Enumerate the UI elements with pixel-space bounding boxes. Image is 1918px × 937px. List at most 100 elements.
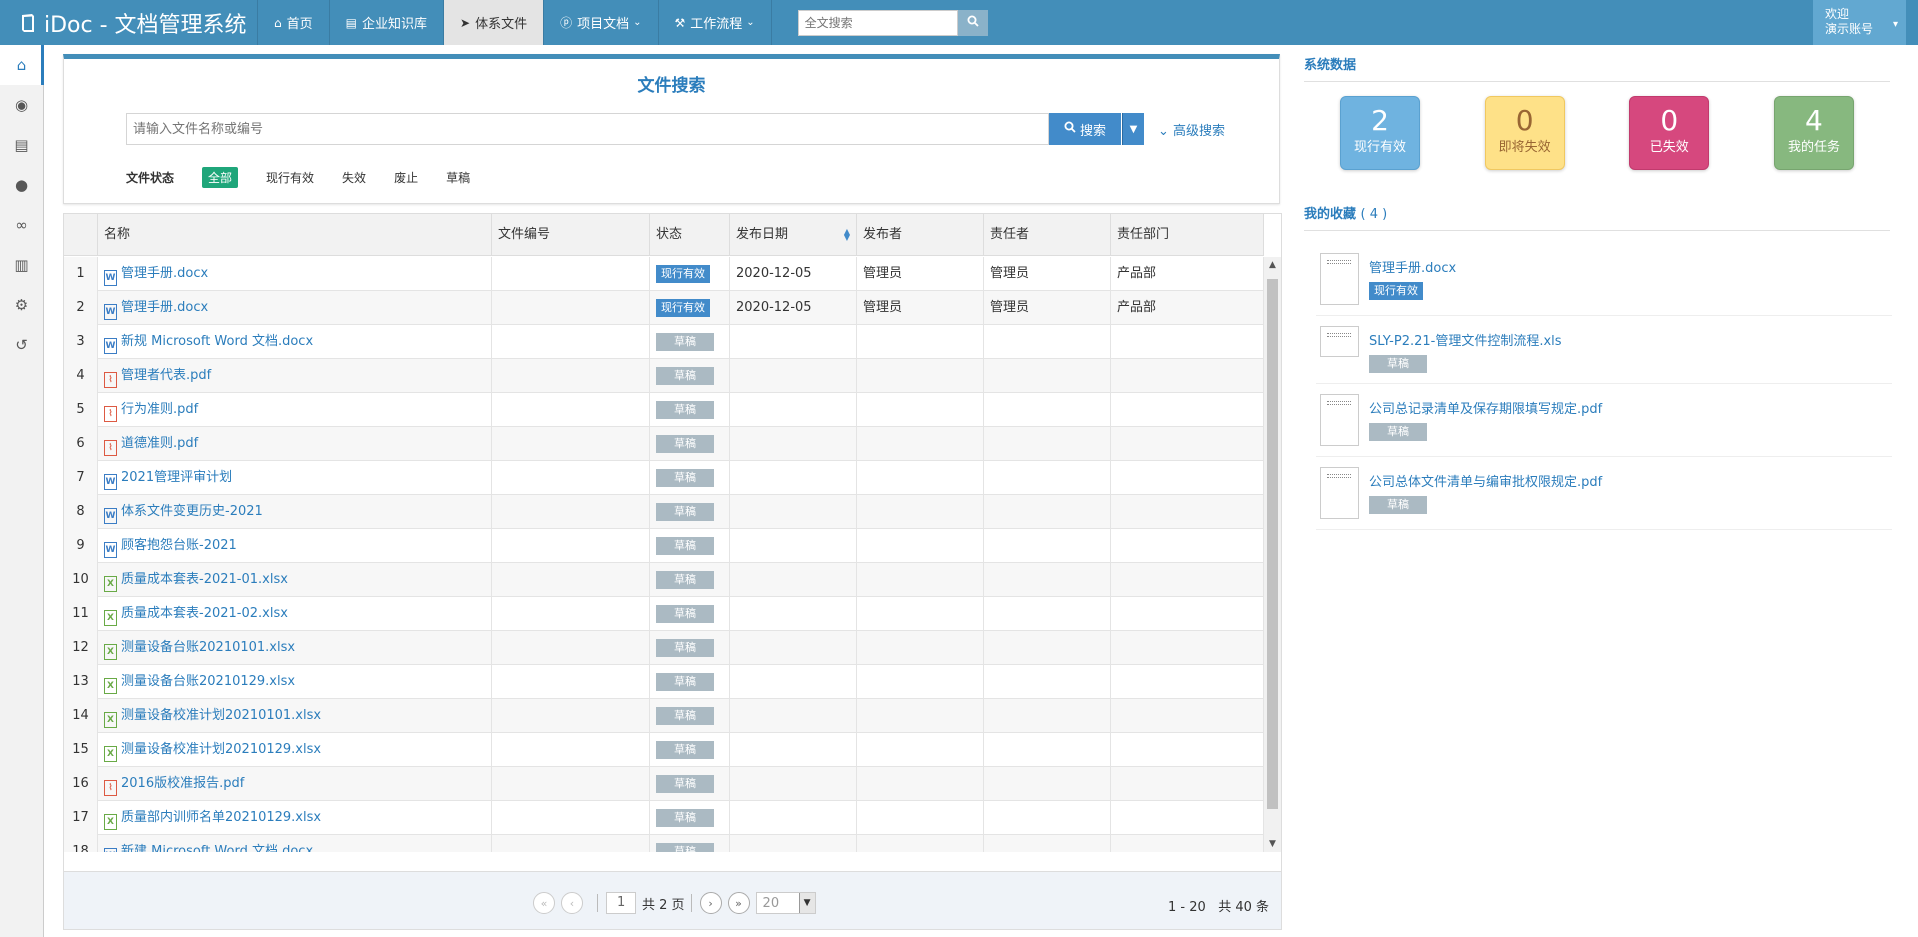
favorite-file-link[interactable]: 管理手册.docx bbox=[1369, 257, 1456, 276]
file-name-link[interactable]: 道德准则.pdf bbox=[121, 436, 198, 451]
table-row[interactable]: 12 X 测量设备台账20210101.xlsx 草稿 bbox=[64, 631, 1264, 665]
stat-tile[interactable]: 2 现行有效 bbox=[1340, 96, 1420, 170]
file-name-link[interactable]: 质量成本套表-2021-01.xlsx bbox=[121, 572, 288, 587]
file-search-panel: 文件搜索 搜索 ▼ ⌄ 高级搜索 文件状态 全部 现行有效 失效 废止 草稿 bbox=[63, 54, 1280, 204]
file-name-link[interactable]: 顾客抱怨台账-2021 bbox=[121, 538, 237, 553]
prev-page-icon[interactable]: ‹ bbox=[561, 892, 583, 914]
table-cell-code bbox=[492, 767, 650, 801]
sidebar-item-7[interactable]: ↺ bbox=[0, 325, 43, 365]
column-header[interactable]: 责任者 bbox=[984, 214, 1111, 256]
nav-item-3[interactable]: ⓟ 项目文档 ⌄ bbox=[544, 0, 659, 45]
status-option[interactable]: 草稿 bbox=[446, 169, 470, 186]
sidebar-item-5[interactable]: ▥ bbox=[0, 245, 43, 285]
file-name-link[interactable]: 2021管理评审计划 bbox=[121, 470, 232, 485]
column-header[interactable]: 文件编号 bbox=[492, 214, 650, 256]
nav-item-2[interactable]: ➤ 体系文件 bbox=[444, 0, 545, 45]
stat-tile[interactable]: 0 已失效 bbox=[1629, 96, 1710, 170]
first-page-icon[interactable]: « bbox=[533, 892, 555, 914]
file-name-link[interactable]: 新规 Microsoft Word 文档.docx bbox=[121, 334, 313, 349]
table-row[interactable]: 16 ⌇ 2016版校准报告.pdf 草稿 bbox=[64, 767, 1264, 801]
nav-item-4[interactable]: ⚒ 工作流程 ⌄ bbox=[659, 0, 772, 45]
file-search-input[interactable] bbox=[126, 113, 1049, 145]
status-option[interactable]: 现行有效 bbox=[266, 169, 314, 186]
table-row[interactable]: 2 W 管理手册.docx 现行有效 2020-12-05 管理员 管理员 产品部 bbox=[64, 291, 1264, 325]
scrollbar-thumb[interactable] bbox=[1267, 279, 1278, 809]
sidebar-item-4[interactable]: ∞ bbox=[0, 205, 43, 245]
page-number-input[interactable]: 1 bbox=[606, 892, 636, 914]
file-name-link[interactable]: 质量成本套表-2021-02.xlsx bbox=[121, 606, 288, 621]
file-name-link[interactable]: 新建 Microsoft Word 文档.docx bbox=[121, 844, 313, 852]
column-header-date[interactable]: 发布日期 ▲ ▼ bbox=[730, 214, 857, 256]
advanced-search-link[interactable]: ⌄ 高级搜索 bbox=[1158, 120, 1225, 139]
status-option[interactable]: 失效 bbox=[342, 169, 366, 186]
stat-tile[interactable]: 0 即将失效 bbox=[1484, 96, 1565, 170]
file-name-link[interactable]: 测量设备台账20210129.xlsx bbox=[121, 674, 295, 689]
file-name-link[interactable]: 行为准则.pdf bbox=[121, 402, 198, 417]
file-name-link[interactable]: 测量设备校准计划20210129.xlsx bbox=[121, 742, 321, 757]
table-cell-date bbox=[730, 393, 857, 427]
table-row[interactable]: 18 W 新建 Microsoft Word 文档.docx 草稿 bbox=[64, 835, 1264, 852]
file-name-link[interactable]: 2016版校准报告.pdf bbox=[121, 776, 244, 791]
sidebar-item-1[interactable]: ◉ bbox=[0, 85, 43, 125]
file-name-link[interactable]: 测量设备台账20210101.xlsx bbox=[121, 640, 295, 655]
table-cell-publisher bbox=[857, 835, 984, 852]
favorite-file-link[interactable]: 公司总记录清单及保存期限填写规定.pdf bbox=[1369, 398, 1602, 417]
column-header[interactable]: 名称 bbox=[98, 214, 492, 256]
sidebar-item-2[interactable]: ▤ bbox=[0, 125, 43, 165]
table-cell-code bbox=[492, 733, 650, 767]
file-thumbnail[interactable] bbox=[1320, 253, 1359, 305]
table-row[interactable]: 17 X 质量部内训师名单20210129.xlsx 草稿 bbox=[64, 801, 1264, 835]
table-row[interactable]: 7 W 2021管理评审计划 草稿 bbox=[64, 461, 1264, 495]
next-page-icon[interactable]: › bbox=[699, 892, 722, 914]
search-button[interactable]: 搜索 bbox=[1049, 113, 1121, 145]
table-cell-publisher: 管理员 bbox=[857, 291, 984, 325]
column-header[interactable]: 状态 bbox=[650, 214, 730, 256]
file-name-link[interactable]: 管理手册.docx bbox=[121, 300, 208, 315]
sidebar-item-6[interactable]: ⚙ bbox=[0, 285, 43, 325]
table-row[interactable]: 1 W 管理手册.docx 现行有效 2020-12-05 管理员 管理员 产品部 bbox=[64, 257, 1264, 291]
favorite-file-link[interactable]: SLY-P2.21-管理文件控制流程.xls bbox=[1369, 330, 1562, 349]
file-name-link[interactable]: 体系文件变更历史-2021 bbox=[121, 504, 263, 519]
table-row[interactable]: 9 W 顾客抱怨台账-2021 草稿 bbox=[64, 529, 1264, 563]
scroll-down-icon[interactable]: ▼ bbox=[1264, 836, 1281, 852]
user-menu[interactable]: 欢迎 演示账号 ▾ bbox=[1813, 0, 1906, 45]
file-name-link[interactable]: 质量部内训师名单20210129.xlsx bbox=[121, 810, 321, 825]
table-row[interactable]: 6 ⌇ 道德准则.pdf 草稿 bbox=[64, 427, 1264, 461]
table-cell-publisher bbox=[857, 699, 984, 733]
column-header[interactable]: 发布者 bbox=[857, 214, 984, 256]
table-row[interactable]: 10 X 质量成本套表-2021-01.xlsx 草稿 bbox=[64, 563, 1264, 597]
file-name-link[interactable]: 管理者代表.pdf bbox=[121, 368, 211, 383]
status-badge: 草稿 bbox=[656, 843, 714, 852]
sort-icon[interactable]: ▲ ▼ bbox=[844, 228, 850, 242]
page-size-select[interactable]: 20 ▼ bbox=[755, 892, 816, 914]
table-row[interactable]: 4 ⌇ 管理者代表.pdf 草稿 bbox=[64, 359, 1264, 393]
table-row[interactable]: 14 X 测量设备校准计划20210101.xlsx 草稿 bbox=[64, 699, 1264, 733]
table-row[interactable]: 15 X 测量设备校准计划20210129.xlsx 草稿 bbox=[64, 733, 1264, 767]
nav-item-0[interactable]: ⌂ 首页 bbox=[258, 0, 330, 45]
table-row[interactable]: 5 ⌇ 行为准则.pdf 草稿 bbox=[64, 393, 1264, 427]
nav-item-1[interactable]: ▤ 企业知识库 bbox=[330, 0, 444, 45]
scroll-up-icon[interactable]: ▲ bbox=[1264, 257, 1281, 273]
table-scrollbar[interactable]: ▲ ▼ bbox=[1264, 257, 1281, 852]
status-option[interactable]: 全部 bbox=[202, 167, 239, 188]
column-header[interactable]: 责任部门 bbox=[1111, 214, 1264, 256]
sidebar-item-0[interactable]: ⌂ bbox=[0, 45, 44, 85]
global-search-input[interactable] bbox=[797, 9, 958, 36]
file-thumbnail[interactable] bbox=[1320, 326, 1359, 357]
table-row[interactable]: 3 W 新规 Microsoft Word 文档.docx 草稿 bbox=[64, 325, 1264, 359]
status-option[interactable]: 废止 bbox=[394, 169, 418, 186]
last-page-icon[interactable]: » bbox=[727, 892, 750, 914]
search-dropdown-toggle[interactable]: ▼ bbox=[1122, 113, 1144, 145]
file-thumbnail[interactable] bbox=[1320, 394, 1359, 446]
file-name-link[interactable]: 测量设备校准计划20210101.xlsx bbox=[121, 708, 321, 723]
global-search-button[interactable] bbox=[957, 9, 988, 36]
stat-tile[interactable]: 4 我的任务 bbox=[1773, 96, 1854, 170]
table-row[interactable]: 13 X 测量设备台账20210129.xlsx 草稿 bbox=[64, 665, 1264, 699]
table-row[interactable]: 11 X 质量成本套表-2021-02.xlsx 草稿 bbox=[64, 597, 1264, 631]
sidebar-item-3[interactable]: ● bbox=[0, 165, 43, 205]
table-row[interactable]: 8 W 体系文件变更历史-2021 草稿 bbox=[64, 495, 1264, 529]
file-thumbnail[interactable] bbox=[1320, 467, 1359, 519]
brand-logo[interactable]: iDoc - 文档管理系统 bbox=[0, 0, 258, 45]
favorite-file-link[interactable]: 公司总体文件清单与编审批权限规定.pdf bbox=[1369, 471, 1602, 490]
file-name-link[interactable]: 管理手册.docx bbox=[121, 266, 208, 281]
